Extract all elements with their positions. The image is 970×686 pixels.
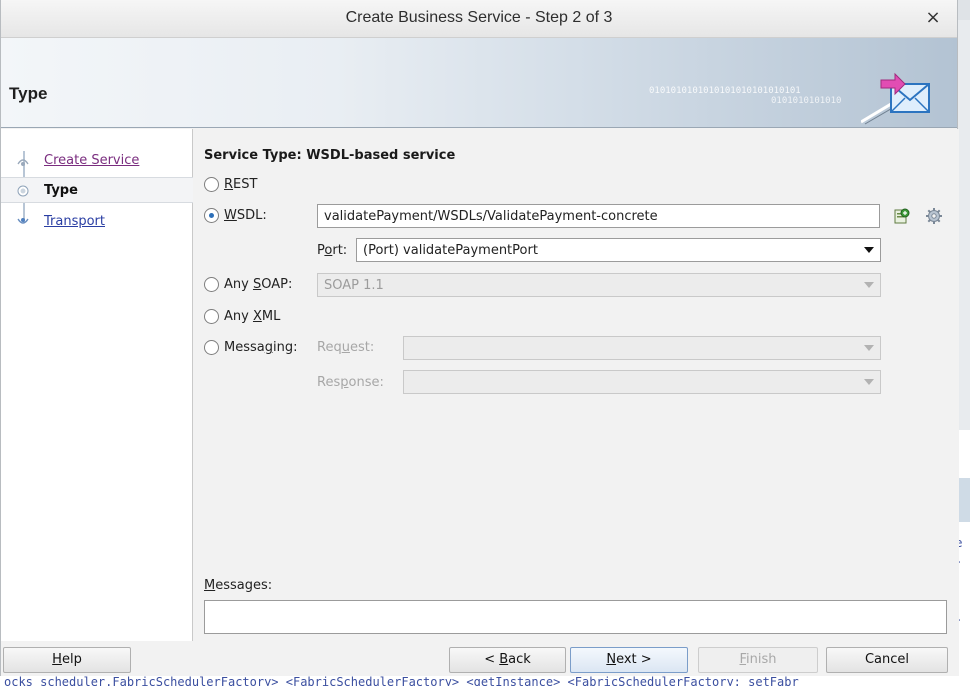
port-select-value: (Port) validatePaymentPort [363, 243, 538, 258]
chevron-down-icon [864, 247, 874, 253]
wizard-step-nav: Create Service Type Transport [1, 129, 193, 641]
response-label: Response: [317, 375, 384, 390]
close-icon[interactable]: × [923, 8, 943, 28]
section-title: Service Type: WSDL-based service [204, 148, 456, 163]
rest-radio[interactable] [204, 177, 219, 192]
any-xml-radio[interactable] [204, 309, 219, 324]
header-binary-decoration: 0101010101010 [771, 96, 842, 106]
request-label: Request: [317, 340, 375, 355]
next-button[interactable]: Next > [570, 647, 688, 673]
step-dot-icon [17, 218, 29, 224]
chevron-down-icon [864, 345, 874, 351]
nav-step-transport[interactable]: Transport [1, 209, 193, 235]
step-dot-icon [17, 159, 29, 166]
page-title: Type [9, 84, 48, 103]
rest-option[interactable]: REST [204, 173, 404, 197]
wizard-header: Type 0101010101010101010101010101 010101… [1, 38, 957, 128]
any-soap-label: Any SOAP: [224, 277, 293, 292]
messaging-label: Messaging: [224, 340, 298, 355]
wizard-body: Create Service Type Transport Service Ty… [1, 129, 959, 641]
nav-step-label: Transport [44, 214, 106, 229]
wsdl-label: WSDL: [224, 208, 267, 223]
wizard-envelope-icon [861, 72, 930, 125]
soap-version-value: SOAP 1.1 [324, 278, 384, 293]
chevron-down-icon [864, 379, 874, 385]
header-binary-decoration: 0101010101010101010101010101 [649, 86, 801, 96]
any-xml-option[interactable]: Any XML [204, 305, 324, 329]
messages-label: Messages: [204, 578, 273, 593]
wsdl-radio[interactable] [204, 208, 219, 223]
chevron-down-icon [864, 282, 874, 288]
nav-step-create-service[interactable]: Create Service [1, 148, 193, 174]
any-soap-radio[interactable] [204, 277, 219, 292]
response-select[interactable] [403, 370, 881, 394]
nav-step-label: Create Service [44, 153, 140, 168]
nav-step-type[interactable]: Type [1, 177, 193, 203]
dialog-titlebar: Create Business Service - Step 2 of 3 × [1, 0, 957, 38]
any-xml-label: Any XML [224, 309, 281, 324]
port-select[interactable]: (Port) validatePaymentPort [356, 238, 881, 262]
help-button[interactable]: Help [3, 647, 131, 673]
messaging-radio[interactable] [204, 340, 219, 355]
messaging-option[interactable]: Messaging: [204, 336, 319, 360]
type-panel: Service Type: WSDL-based service REST WS… [194, 129, 959, 641]
step-dot-icon [17, 185, 29, 197]
wsdl-option[interactable]: WSDL: [204, 204, 324, 228]
wsdl-input[interactable]: validatePayment/WSDLs/ValidatePayment-co… [317, 204, 880, 228]
nav-step-label: Type [44, 183, 78, 198]
create-business-service-dialog: Create Business Service - Step 2 of 3 × … [0, 0, 959, 676]
messages-area[interactable] [204, 600, 947, 634]
port-label: Port: [317, 243, 348, 258]
settings-gear-icon[interactable] [925, 207, 943, 225]
back-button[interactable]: < Back [449, 647, 566, 673]
rest-label: REST [224, 177, 258, 192]
wizard-footer: Help < Back Next > Finish Cancel [1, 641, 959, 676]
cancel-button[interactable]: Cancel [826, 647, 948, 673]
any-soap-option[interactable]: Any SOAP: [204, 273, 324, 297]
finish-button[interactable]: Finish [698, 647, 818, 673]
dialog-title: Create Business Service - Step 2 of 3 [345, 9, 613, 26]
request-select[interactable] [403, 336, 881, 360]
ide-log-line: ocks scheduler.FabricSchedulerFactory> <… [0, 676, 970, 686]
soap-version-select[interactable]: SOAP 1.1 [317, 273, 881, 297]
browse-wsdl-icon[interactable] [893, 207, 911, 225]
